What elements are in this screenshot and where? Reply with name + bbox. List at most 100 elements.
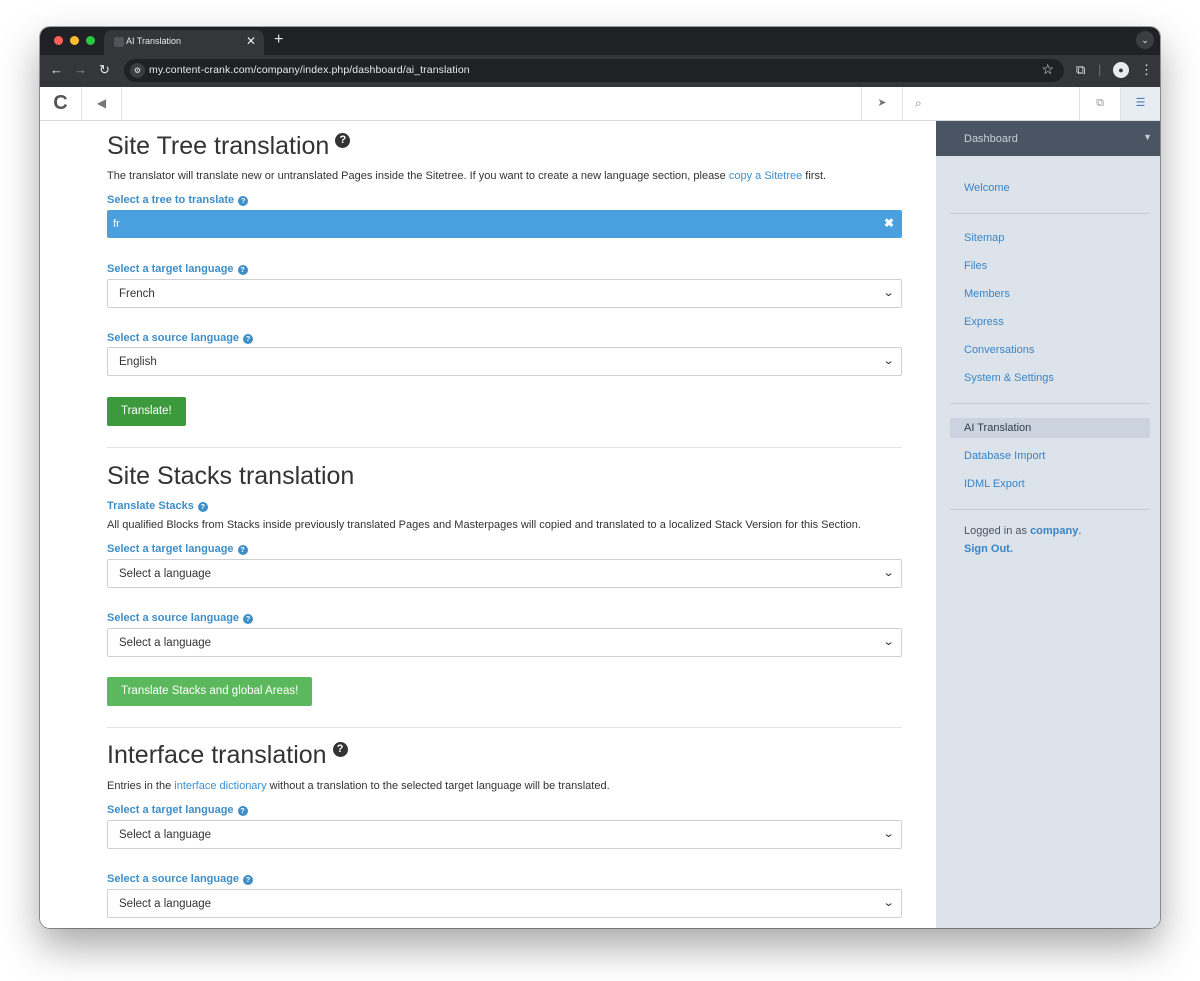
dashboard-sidebar: Dashboard ▼ Welcome Sitemap Files Member…	[936, 121, 1160, 928]
chevron-down-icon: ⌄	[882, 828, 895, 840]
sidebar-item-ai-translation[interactable]: AI Translation	[950, 418, 1150, 438]
site-stacks-title: Site Stacks translation	[107, 462, 355, 490]
info-icon[interactable]: ?	[237, 545, 248, 555]
extensions-icon[interactable]: ⧉	[1076, 61, 1085, 79]
sidebar-item-conversations[interactable]: Conversations	[964, 344, 1034, 356]
info-icon[interactable]: ?	[243, 614, 254, 624]
bookmark-star-icon[interactable]: ☆	[1041, 61, 1054, 78]
new-tab-button[interactable]: +	[274, 31, 283, 49]
tab-title: AI Translation	[126, 36, 182, 46]
sidebar-item-system-settings[interactable]: System & Settings	[964, 372, 1054, 384]
source-language-label: Select a source language?	[107, 611, 254, 625]
minimize-window-button[interactable]	[70, 36, 79, 45]
tree-select-value: fr	[113, 218, 120, 230]
cms-back-icon[interactable]: ◀	[82, 87, 122, 120]
search-icon: ⌕	[915, 96, 922, 110]
favicon-icon	[114, 37, 124, 47]
sidebar-item-welcome[interactable]: Welcome	[964, 182, 1010, 194]
sidebar-item-label: AI Translation	[964, 422, 1032, 434]
site-info-icon[interactable]: ⚙	[130, 63, 145, 78]
sidebar-divider	[950, 403, 1150, 404]
close-tab-icon[interactable]: ✕	[246, 34, 256, 48]
sidebar-item-idml-export[interactable]: IDML Export	[964, 478, 1025, 490]
cms-search: ⌕	[902, 87, 1079, 120]
sidebar-header-label: Dashboard	[964, 133, 1018, 145]
sign-out-link[interactable]: Sign Out.	[964, 543, 1013, 555]
target-language-label: Select a target language?	[107, 542, 248, 556]
chevron-down-icon: ⌄	[882, 567, 895, 579]
url-text[interactable]: my.content-crank.com/company/index.php/d…	[149, 64, 470, 76]
source-language-label: Select a source language?	[107, 331, 254, 345]
interface-target-language-select[interactable]: Select a language ⌄	[107, 820, 902, 849]
sidebar-divider	[950, 213, 1150, 214]
select-value: French	[119, 288, 155, 300]
caret-down-icon[interactable]: ▼	[1143, 132, 1152, 142]
select-value: Select a language	[119, 568, 212, 580]
cms-search-input[interactable]	[933, 93, 1073, 113]
copy-sitetree-link[interactable]: copy a Sitetree	[729, 170, 802, 182]
chevron-down-icon: ⌄	[882, 287, 895, 299]
browser-window: AI Translation ✕ + ⌄ ← → ↻ ⚙ my.content-…	[40, 27, 1160, 928]
reload-icon[interactable]: ↻	[99, 62, 110, 78]
sidebar-item-database-import[interactable]: Database Import	[964, 450, 1045, 462]
site-tree-title: Site Tree translation?	[107, 131, 351, 161]
info-icon[interactable]: ?	[238, 196, 249, 206]
stacks-target-language-select[interactable]: Select a language ⌄	[107, 559, 902, 588]
back-icon[interactable]: ←	[50, 62, 63, 78]
cms-toolbar: C ◀ ➤ ⌕ ⧉ ☰	[40, 87, 1160, 121]
tab-bar: AI Translation ✕ + ⌄	[40, 27, 1160, 55]
interface-title: Interface translation?	[107, 740, 348, 770]
info-icon[interactable]: ?	[243, 875, 254, 885]
launch-icon[interactable]: ➤	[861, 87, 902, 120]
help-circle-icon[interactable]: ?	[335, 133, 351, 148]
dashboard-settings-icon[interactable]: ☰	[1120, 87, 1160, 120]
toolbar-separator: |	[1098, 62, 1102, 77]
close-window-button[interactable]	[54, 36, 63, 45]
tree-target-language-select[interactable]: French ⌄	[107, 279, 902, 308]
username-link[interactable]: company	[1030, 525, 1078, 537]
info-icon[interactable]: ?	[243, 334, 254, 344]
info-icon[interactable]: ?	[197, 502, 208, 512]
translate-stacks-button[interactable]: Translate Stacks and global Areas!	[107, 677, 313, 706]
translate-button[interactable]: Translate!	[107, 397, 186, 426]
select-value: Select a language	[119, 637, 212, 649]
chevron-down-icon: ⌄	[882, 897, 895, 909]
forward-icon[interactable]: →	[74, 62, 87, 78]
tree-source-language-select[interactable]: English ⌄	[107, 347, 902, 376]
chevron-down-icon: ⌄	[882, 355, 895, 367]
maximize-window-button[interactable]	[86, 36, 95, 45]
sidebar-divider	[950, 509, 1150, 510]
interface-source-language-select[interactable]: Select a language ⌄	[107, 889, 902, 918]
interface-description: Entries in the interface dictionary with…	[107, 780, 610, 792]
section-divider	[107, 447, 902, 448]
clear-selection-icon[interactable]: ✖	[884, 216, 894, 230]
browser-menu-icon[interactable]: ⋮	[1140, 61, 1153, 79]
source-language-label: Select a source language?	[107, 872, 254, 886]
info-icon[interactable]: ?	[237, 265, 248, 275]
site-stacks-description: All qualified Blocks from Stacks inside …	[107, 519, 861, 531]
tree-select-label: Select a tree to translate?	[107, 193, 249, 207]
sidebar-item-express[interactable]: Express	[964, 316, 1004, 328]
browser-toolbar: ← → ↻ ⚙ my.content-crank.com/company/ind…	[40, 55, 1160, 87]
interface-dictionary-link[interactable]: interface dictionary	[174, 780, 266, 792]
cms-logo-icon[interactable]: C	[40, 87, 82, 120]
sidebar-item-files[interactable]: Files	[964, 260, 987, 272]
help-icon[interactable]: ⧉	[1079, 87, 1120, 120]
info-icon[interactable]: ?	[237, 806, 248, 816]
sidebar-item-sitemap[interactable]: Sitemap	[964, 232, 1004, 244]
target-language-label: Select a target language?	[107, 803, 248, 817]
browser-tab[interactable]: AI Translation ✕	[104, 30, 264, 55]
sidebar-header[interactable]: Dashboard ▼	[936, 121, 1160, 156]
tab-search-icon[interactable]: ⌄	[1136, 31, 1154, 49]
section-divider	[107, 727, 902, 728]
profile-avatar-icon[interactable]: ●	[1113, 62, 1129, 78]
chevron-down-icon: ⌄	[882, 636, 895, 648]
tree-select[interactable]: fr ✖	[107, 210, 902, 238]
sidebar-item-members[interactable]: Members	[964, 288, 1010, 300]
translate-stacks-label: Translate Stacks?	[107, 499, 208, 513]
select-value: Select a language	[119, 829, 212, 841]
target-language-label: Select a target language?	[107, 262, 248, 276]
help-circle-icon[interactable]: ?	[332, 742, 348, 757]
stacks-source-language-select[interactable]: Select a language ⌄	[107, 628, 902, 657]
address-bar[interactable]: ⚙ my.content-crank.com/company/index.php…	[124, 59, 1064, 82]
